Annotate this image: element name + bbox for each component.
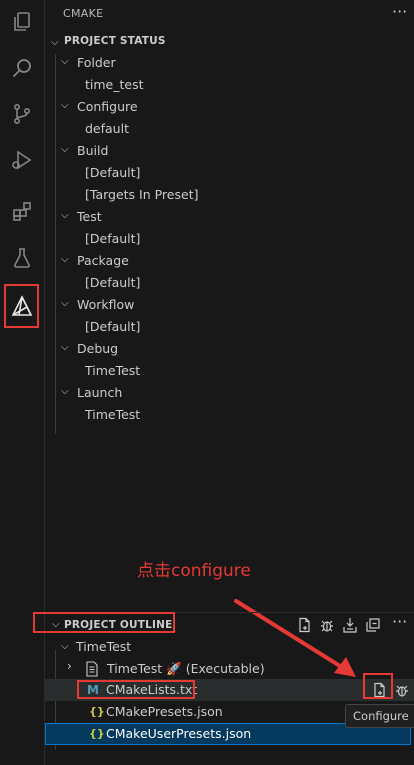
sidebar-title: CMAKE	[63, 7, 104, 20]
build-node[interactable]: Build	[77, 140, 108, 162]
target-label: TimeTest	[107, 661, 163, 676]
cmake-icon-highlight-box	[4, 284, 39, 328]
source-control-icon[interactable]	[0, 92, 44, 136]
activity-bar	[0, 0, 45, 765]
build-targets-value[interactable]: [Targets In Preset]	[85, 184, 198, 206]
json-icon: {}	[89, 705, 105, 718]
chevron-down-icon[interactable]: ⌵	[61, 254, 69, 265]
workflow-node[interactable]: Workflow	[77, 294, 134, 316]
chevron-down-icon[interactable]: ⌵	[61, 298, 69, 309]
chevron-down-icon[interactable]: ⌵	[61, 342, 69, 353]
executable-file-icon	[85, 661, 99, 680]
chevron-down-icon[interactable]: ⌵	[61, 210, 69, 221]
folder-node[interactable]: Folder	[77, 52, 116, 74]
target-node[interactable]: TimeTest 🚀 (Executable)	[107, 658, 265, 680]
outline-highlight-box	[33, 612, 175, 633]
chevron-down-icon[interactable]: ⌵	[61, 386, 69, 397]
outline-project-node[interactable]: TimeTest	[76, 636, 131, 658]
configure-all-icon[interactable]	[297, 617, 313, 636]
chevron-down-icon: ⌵	[51, 37, 59, 48]
testing-icon[interactable]	[0, 236, 44, 280]
run-debug-icon[interactable]	[0, 138, 44, 182]
outline-more-button[interactable]: ···	[392, 612, 407, 631]
collapse-all-icon[interactable]	[365, 617, 381, 636]
annotation-text: 点击configure	[137, 561, 251, 581]
extensions-icon[interactable]	[0, 190, 44, 234]
chevron-down-icon[interactable]: ⌵	[61, 144, 69, 155]
build-all-icon[interactable]	[342, 617, 358, 636]
target-kind: (Executable)	[185, 661, 265, 676]
cmakeuserpresets-file[interactable]: CMakeUserPresets.json	[106, 723, 251, 745]
cmakelists-highlight-box	[77, 680, 195, 699]
project-status-header[interactable]: ⌵	[51, 33, 59, 48]
more-actions-button[interactable]: ···	[392, 2, 407, 21]
json-icon: {}	[89, 727, 105, 740]
chevron-down-icon[interactable]: ⌵	[61, 56, 69, 67]
search-icon[interactable]	[0, 46, 44, 90]
rocket-icon: 🚀	[166, 661, 182, 676]
folder-value[interactable]: time_test	[85, 74, 144, 96]
configure-value[interactable]: default	[85, 118, 129, 140]
chevron-right-icon[interactable]: ›	[67, 659, 72, 673]
build-preset-value[interactable]: [Default]	[85, 162, 140, 184]
cmake-sidebar: CMAKE ··· ⌵ PROJECT STATUS ⌵ Folder time…	[33, 0, 414, 765]
debug-node[interactable]: Debug	[77, 338, 118, 360]
chevron-down-icon[interactable]: ⌵	[61, 100, 69, 111]
configure-tooltip: Configure	[345, 704, 414, 728]
workflow-value[interactable]: [Default]	[85, 316, 140, 338]
test-value[interactable]: [Default]	[85, 228, 140, 250]
debug-file-icon[interactable]	[394, 682, 410, 701]
tree-indent-guide	[55, 54, 56, 434]
debug-all-icon[interactable]	[319, 617, 335, 636]
test-node[interactable]: Test	[77, 206, 102, 228]
configure-node[interactable]: Configure	[77, 96, 138, 118]
package-value[interactable]: [Default]	[85, 272, 140, 294]
configure-button-highlight-box	[363, 673, 393, 699]
launch-node[interactable]: Launch	[77, 382, 122, 404]
project-status-title: PROJECT STATUS	[64, 35, 166, 47]
package-node[interactable]: Package	[77, 250, 129, 272]
debug-value[interactable]: TimeTest	[85, 360, 140, 382]
launch-value[interactable]: TimeTest	[85, 404, 140, 426]
cmakepresets-file[interactable]: CMakePresets.json	[106, 701, 223, 723]
chevron-down-icon[interactable]: ⌵	[61, 641, 69, 652]
explorer-icon[interactable]	[0, 0, 44, 44]
